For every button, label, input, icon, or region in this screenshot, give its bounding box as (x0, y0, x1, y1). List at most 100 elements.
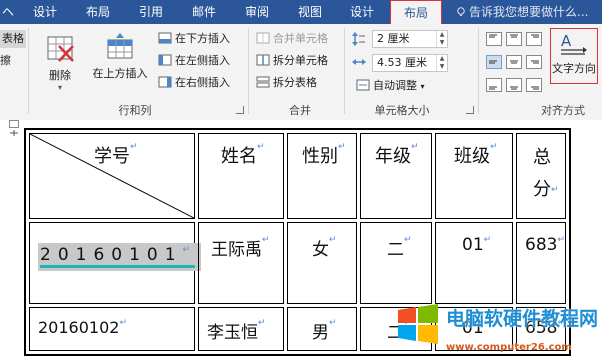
row1-id-text: 20160101 (40, 245, 183, 265)
group-separator (344, 28, 345, 114)
tell-me-text: 告诉我您想要做什么... (469, 5, 589, 19)
row1-total-text: 683 (525, 235, 558, 255)
tell-me-box[interactable]: 告诉我您想要做什么... (456, 0, 588, 24)
header-student-id-text: 学号↵ (94, 142, 138, 167)
windows-logo-icon (398, 304, 438, 344)
merge-cells-label: 合并单元格 (273, 32, 328, 45)
lightbulb-icon (457, 7, 465, 16)
cell-name[interactable]: 李玉恒↵ (198, 307, 284, 351)
text-direction-button[interactable]: A 文字方向 (550, 28, 598, 84)
autofit-label: 自动调整 (373, 79, 417, 92)
align-middle-center-icon[interactable] (506, 55, 522, 69)
watermark-url: www.computer26.com (446, 342, 572, 353)
table-row: 20160101↵ 王际禹↵ 女↵ 二↵ 01↵ 683↵ (29, 222, 566, 304)
split-cells-button[interactable]: 拆分单元格 (256, 52, 328, 70)
draw-table-button[interactable]: 表格 (0, 30, 26, 48)
row-height-icon (352, 32, 365, 46)
align-middle-left-icon[interactable] (486, 55, 502, 69)
group-separator (248, 28, 249, 114)
rows-cols-group-label: 行和列 (118, 104, 152, 117)
chevron-down-icon: ▾ (57, 83, 62, 92)
merge-group-label: 合并 (289, 104, 311, 117)
spinner-arrows-icon[interactable]: ▲ ▼ (436, 55, 447, 71)
insert-left-button[interactable]: 在左侧插入 (158, 52, 230, 70)
insert-left-label: 在左侧插入 (175, 54, 230, 67)
align-top-center-icon[interactable] (506, 32, 522, 46)
tab-references[interactable]: 引用 (134, 0, 168, 24)
header-grade-text: 年级 (375, 146, 411, 167)
tab-cut-left[interactable]: ヘ (0, 0, 16, 24)
ribbon: 表格 擦 删除 ▾ 在上方插入 在下方插入 在左侧插入 在右侧插入 行和列 合并… (0, 24, 602, 121)
table-move-handle[interactable] (9, 120, 19, 136)
text-underline (40, 265, 196, 268)
header-cell-class[interactable]: 班级↵ (435, 133, 513, 219)
selected-text: 20160101↵ (38, 243, 202, 271)
row1-gender-text: 女 (312, 240, 329, 260)
row2-gender-text: 男 (312, 323, 329, 343)
split-table-icon (256, 76, 270, 88)
insert-above-button[interactable]: 在上方插入 (88, 32, 152, 81)
document-area: 学号↵ 姓名↵ 性别↵ 年级↵ 班级↵ 总分↵ 20160101↵ 王际禹↵ 女… (0, 120, 602, 360)
tab-design[interactable]: 设计 (28, 0, 62, 24)
delete-label: 删除 (49, 69, 71, 82)
table-header-row: 学号↵ 姓名↵ 性别↵ 年级↵ 班级↵ 总分↵ (29, 133, 566, 219)
row-height-field[interactable]: 2 厘米 ▲ ▼ (372, 30, 448, 48)
split-cells-label: 拆分单元格 (273, 54, 328, 67)
row1-name-text: 王际禹 (211, 240, 262, 260)
insert-right-label: 在右侧插入 (175, 76, 230, 89)
autofit-button[interactable]: 自动调整 ▾ (356, 77, 425, 95)
merge-cells-button[interactable]: 合并单元格 (256, 30, 328, 48)
cell-name[interactable]: 王际禹↵ (198, 222, 284, 304)
tab-table-layout[interactable]: 布局 (390, 0, 442, 26)
watermark-title: 电脑软硬件教程网 (446, 308, 599, 330)
column-width-field[interactable]: 4.53 厘米 ▲ ▼ (372, 54, 448, 72)
text-direction-icon: A (561, 32, 587, 55)
eraser-button[interactable]: 擦 (0, 52, 11, 70)
column-width-value: 4.53 厘米 (377, 56, 427, 69)
insert-below-icon (158, 32, 172, 44)
header-name-text: 姓名 (221, 146, 257, 167)
tab-mailings[interactable]: 邮件 (186, 0, 222, 24)
header-cell-gender[interactable]: 性别↵ (287, 133, 357, 219)
alignment-group-label: 对齐方式 (541, 104, 585, 117)
insert-right-icon (158, 76, 172, 88)
header-cell-total[interactable]: 总分↵ (516, 133, 566, 219)
header-cell-name[interactable]: 姓名↵ (198, 133, 284, 219)
cell-gender[interactable]: 女↵ (287, 222, 357, 304)
insert-below-button[interactable]: 在下方插入 (158, 30, 230, 48)
align-bottom-center-icon[interactable] (506, 78, 522, 92)
insert-left-icon (158, 54, 172, 66)
insert-right-button[interactable]: 在右侧插入 (158, 74, 230, 92)
cell-student-id[interactable]: 20160102↵ (29, 307, 195, 351)
align-top-right-icon[interactable] (526, 32, 542, 46)
header-cell-grade[interactable]: 年级↵ (360, 133, 432, 219)
split-table-button[interactable]: 拆分表格 (256, 74, 317, 92)
header-total-text-1: 总 (533, 147, 551, 168)
align-bottom-left-icon[interactable] (486, 78, 502, 92)
tab-table-design[interactable]: 设计 (344, 0, 380, 24)
launcher-icon[interactable] (236, 106, 244, 114)
header-cell-student-id[interactable]: 学号↵ (29, 133, 195, 219)
header-gender-text: 性别 (302, 146, 338, 167)
cell-grade[interactable]: 二↵ (360, 222, 432, 304)
tab-view[interactable]: 视图 (292, 0, 328, 24)
cell-total[interactable]: 683↵ (516, 222, 566, 304)
text-direction-label: 文字方向 (552, 62, 596, 75)
align-bottom-right-icon[interactable] (526, 78, 542, 92)
row2-id-text: 20160102 (38, 318, 120, 337)
chevron-down-icon: ▾ (420, 82, 425, 91)
cell-student-id[interactable]: 20160101↵ (29, 222, 202, 304)
row1-class-text: 01 (462, 235, 484, 255)
header-class-text: 班级 (454, 146, 490, 167)
launcher-icon[interactable] (466, 106, 474, 114)
row2-name-text: 李玉恒 (207, 323, 258, 343)
cell-gender[interactable]: 男↵ (287, 307, 357, 351)
tab-review[interactable]: 审阅 (240, 0, 274, 24)
tab-layout[interactable]: 布局 (80, 0, 116, 24)
align-top-left-icon[interactable] (486, 32, 502, 46)
spinner-arrows-icon[interactable]: ▲ ▼ (436, 31, 447, 47)
cell-class[interactable]: 01↵ (435, 222, 513, 304)
row-height-value: 2 厘米 (377, 32, 410, 45)
delete-button[interactable]: 删除 ▾ (40, 34, 80, 92)
align-middle-right-icon[interactable] (526, 55, 542, 69)
